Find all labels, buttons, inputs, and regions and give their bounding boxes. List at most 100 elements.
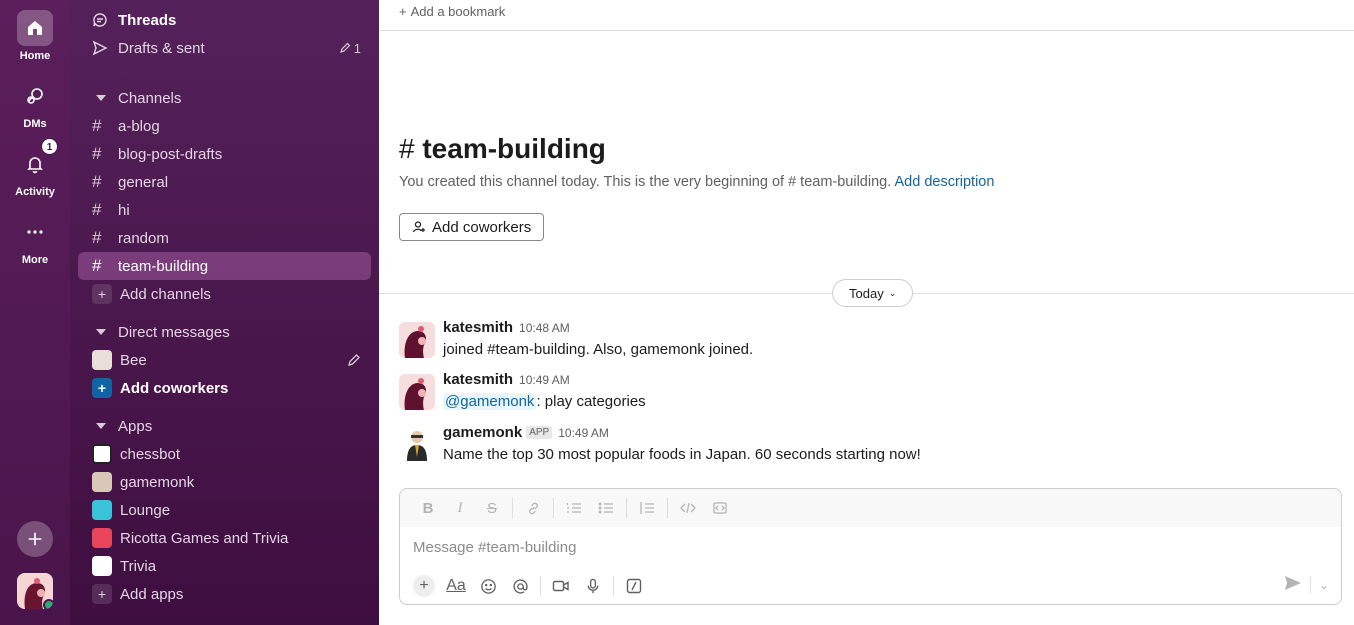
sidebar-item-app[interactable]: Trivia (78, 552, 371, 580)
sidebar-item-channel[interactable]: # general (78, 168, 371, 196)
message-header: gamemonk APP 10:49 AM (443, 424, 609, 441)
sidebar-item-app[interactable]: chessbot (78, 440, 371, 468)
dm-name: Bee (120, 351, 147, 369)
video-icon[interactable] (545, 572, 577, 600)
sender-name[interactable]: katesmith (443, 371, 513, 388)
channel-name: general (118, 173, 169, 191)
sidebar-item-dm[interactable]: Bee (78, 346, 371, 374)
sidebar-item-channel[interactable]: # random (78, 224, 371, 252)
toolbar-divider (553, 498, 554, 518)
message-text-rest: : play categories (536, 393, 646, 410)
add-description-link[interactable]: Add description (894, 174, 994, 190)
send-controls: ⌄ (1284, 575, 1329, 594)
plus-icon: + (92, 284, 112, 304)
sender-name[interactable]: gamemonk (443, 424, 522, 441)
message-input[interactable]: Message #team-building (413, 539, 576, 556)
gamemonk-avatar-image (399, 427, 435, 463)
sidebar-item-app[interactable]: gamemonk (78, 468, 371, 496)
rail-dms-label: DMs (23, 118, 47, 130)
chevron-down-icon: ⌄ (888, 287, 897, 298)
link-icon[interactable] (517, 494, 549, 522)
bulleted-list-icon[interactable] (590, 494, 622, 522)
create-new-button[interactable] (17, 521, 53, 557)
timestamp[interactable]: 10:48 AM (519, 321, 570, 335)
add-bookmark-button[interactable]: + Add a bookmark (399, 4, 505, 19)
app-name: gamemonk (120, 473, 195, 491)
sidebar-item-threads[interactable]: Threads (78, 6, 371, 34)
hash-icon: # (92, 116, 102, 135)
avatar[interactable] (399, 374, 435, 410)
code-block-icon[interactable] (704, 494, 736, 522)
text-format-icon[interactable]: Aa (440, 572, 472, 600)
add-apps-button[interactable]: + Add apps (78, 580, 371, 608)
rail-dms[interactable]: DMs (0, 78, 70, 130)
drafts-count-value: 1 (353, 40, 361, 56)
avatar[interactable] (399, 427, 435, 463)
add-channels-button[interactable]: + Add channels (78, 280, 371, 308)
avatar[interactable] (399, 322, 435, 358)
date-jump-button[interactable]: Today ⌄ (832, 279, 914, 307)
sidebar-item-app[interactable]: Ricotta Games and Trivia (78, 524, 371, 552)
sidebar-item-channel[interactable]: # hi (78, 196, 371, 224)
sidebar-item-drafts[interactable]: Drafts & sent 1 (78, 34, 371, 62)
channel-view: + Add a bookmark # team-building You crea… (379, 0, 1354, 625)
sidebar-item-channel[interactable]: # a-blog (78, 112, 371, 140)
channel-name: blog-post-drafts (118, 145, 223, 163)
channels-section-header[interactable]: Channels (78, 84, 371, 112)
trivia-icon (92, 556, 112, 576)
ordered-list-icon[interactable] (558, 494, 590, 522)
sidebar-item-channel[interactable]: # blog-post-drafts (78, 140, 371, 168)
activity-badge: 1 (41, 138, 58, 155)
mention-icon[interactable] (504, 572, 536, 600)
chessbot-icon (92, 444, 112, 464)
timestamp[interactable]: 10:49 AM (558, 426, 609, 440)
hash-icon: # (399, 133, 423, 164)
code-icon[interactable] (672, 494, 704, 522)
add-person-icon (412, 221, 425, 233)
user-avatar[interactable] (17, 573, 53, 609)
microphone-icon[interactable] (577, 572, 609, 600)
apps-section-header[interactable]: Apps (78, 412, 371, 440)
section-label: Apps (118, 417, 153, 435)
strikethrough-icon[interactable]: S (476, 494, 508, 522)
user-mention[interactable]: @gamemonk (443, 393, 537, 410)
schedule-chevron-icon[interactable]: ⌄ (1319, 578, 1329, 592)
rail-activity-label: Activity (15, 186, 55, 198)
ricotta-icon (92, 528, 112, 548)
add-coworkers-label: Add coworkers (432, 218, 532, 236)
rail-activity[interactable]: 1 Activity (0, 138, 70, 198)
rail-more-label: More (21, 254, 49, 266)
emoji-icon[interactable] (472, 572, 504, 600)
compose-icon[interactable] (347, 353, 361, 367)
add-coworkers-button[interactable]: Add coworkers (399, 213, 545, 241)
intro-text: You created this channel today. This is … (399, 174, 785, 190)
section-label: Direct messages (118, 323, 230, 341)
italic-icon[interactable]: I (444, 494, 476, 522)
blockquote-icon[interactable] (631, 494, 663, 522)
timestamp[interactable]: 10:49 AM (519, 373, 570, 387)
sidebar-item-app[interactable]: Lounge (78, 496, 371, 524)
rail-home[interactable]: Home (0, 10, 70, 62)
attach-plus-icon[interactable]: + (413, 575, 435, 597)
add-coworkers-sidebar-button[interactable]: + Add coworkers (78, 374, 371, 402)
sidebar-item-channel-active[interactable]: # team-building (78, 252, 371, 280)
send-icon[interactable] (1284, 575, 1302, 594)
hash-icon: # (92, 172, 102, 191)
sender-name[interactable]: katesmith (443, 319, 513, 336)
pencil-icon (339, 42, 351, 53)
rail-more[interactable]: More (0, 214, 70, 266)
send-icon (92, 40, 112, 56)
channel-title: # team-building (399, 133, 606, 165)
katesmith-avatar-image (399, 374, 435, 410)
channel-name: hi (118, 201, 130, 219)
channel-intro: You created this channel today. This is … (399, 174, 994, 190)
more-icon (17, 214, 53, 250)
shortcuts-icon[interactable] (618, 572, 650, 600)
add-bookmark-label: Add a bookmark (410, 4, 506, 19)
plus-icon: + (399, 4, 407, 19)
app-badge: APP (526, 426, 553, 439)
bold-icon[interactable]: B (412, 494, 444, 522)
presence-dot (43, 599, 53, 609)
toolbar-divider (667, 498, 668, 518)
dm-section-header[interactable]: Direct messages (78, 318, 371, 346)
